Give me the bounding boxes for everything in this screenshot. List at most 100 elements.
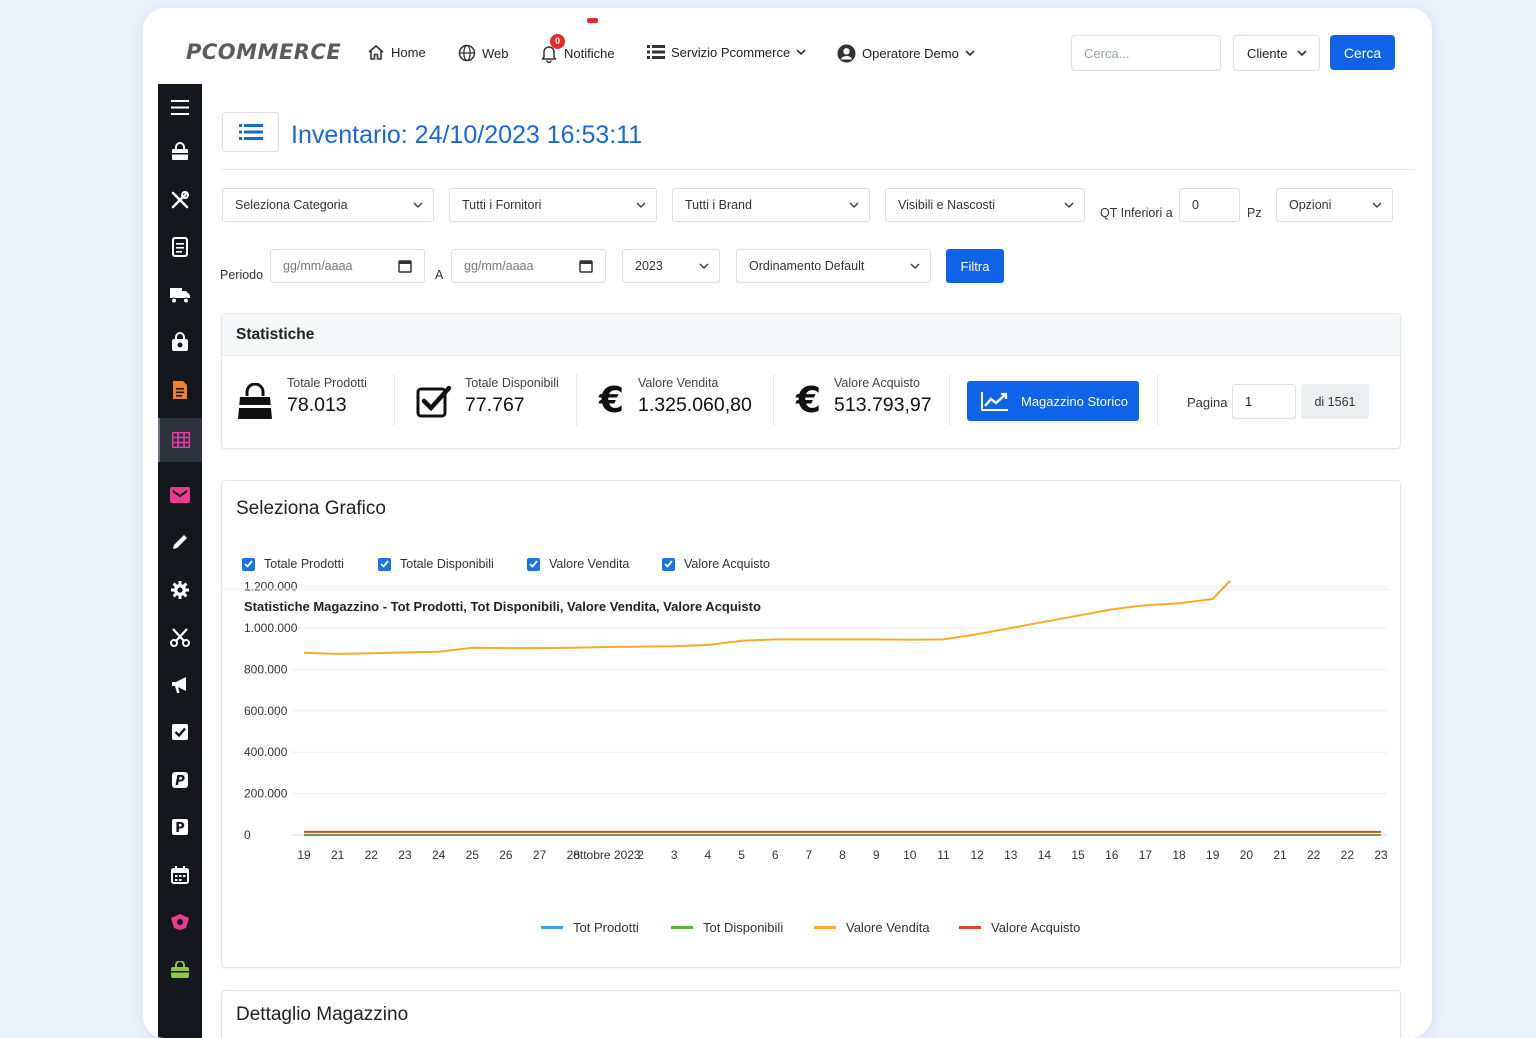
year-select[interactable]: 2023 — [622, 249, 720, 283]
nav-service-dropdown[interactable]: Servizio Pcommerce — [647, 44, 806, 60]
scissors-icon[interactable] — [158, 617, 202, 657]
main-content: Inventario: 24/10/2023 16:53:11 Selezion… — [202, 84, 1432, 1038]
document-icon[interactable] — [158, 227, 202, 267]
qt-input[interactable]: 0 — [1179, 188, 1240, 222]
supplier-select[interactable]: Tutti i Fornitori — [449, 188, 657, 222]
options-select[interactable]: Opzioni — [1276, 188, 1393, 222]
brand-select-value: Tutti i Brand — [685, 198, 752, 212]
legend-item-tot-disponibili[interactable]: Tot Disponibili — [671, 920, 783, 935]
x-tick-label: 23 — [398, 848, 412, 862]
x-tick-label: 19 — [297, 848, 311, 862]
legend-item-tot-prodotti[interactable]: Tot Prodotti — [541, 920, 639, 935]
x-tick-label: 8 — [839, 848, 846, 862]
nav-notifications-label: Notifiche — [564, 46, 615, 61]
stat-total-products: Totale Prodotti 78.013 — [287, 376, 367, 417]
year-select-value: 2023 — [635, 259, 663, 273]
nav-notifications[interactable]: 0 Notifiche — [540, 34, 615, 63]
basket-icon[interactable] — [158, 322, 202, 362]
grid-icon[interactable] — [158, 418, 202, 462]
divider — [394, 374, 395, 426]
p-alt-icon[interactable]: P — [158, 760, 202, 800]
supplier-select-value: Tutti i Fornitori — [462, 198, 542, 212]
parking-icon[interactable]: P — [158, 807, 202, 847]
y-tick-label: 1.000.000 — [244, 621, 298, 635]
date-to-input[interactable]: gg/mm/aaaa — [451, 249, 606, 283]
x-tick-label: 23 — [1374, 848, 1388, 862]
check-square-icon — [416, 385, 452, 418]
calendar-icon — [579, 260, 593, 273]
sort-select[interactable]: Ordinamento Default — [736, 249, 931, 283]
checkbox-sale-value[interactable]: Valore Vendita — [527, 557, 629, 571]
nav-home-label: Home — [391, 45, 426, 60]
chevron-down-icon — [849, 201, 859, 208]
nav-home[interactable]: Home — [367, 44, 426, 61]
search-input[interactable] — [1071, 35, 1221, 71]
user-circle-icon — [837, 44, 856, 63]
pencil-icon[interactable] — [158, 522, 202, 562]
chevron-down-icon — [910, 262, 920, 269]
x-tick-label: 26 — [499, 848, 513, 862]
x-tick-label: 21 — [331, 848, 345, 862]
filter-button[interactable]: Filtra — [946, 249, 1004, 283]
to-label: A — [435, 268, 444, 282]
date-to-placeholder: gg/mm/aaaa — [464, 259, 534, 273]
checkbox-total-available[interactable]: Totale Disponibili — [378, 557, 494, 571]
calendar-icon[interactable] — [158, 855, 202, 895]
search-scope-select[interactable]: Cliente — [1233, 35, 1320, 71]
page-total: di 1561 — [1301, 384, 1369, 419]
y-tick-label: 600.000 — [244, 704, 288, 718]
page-number-input[interactable]: 1 — [1232, 384, 1296, 419]
brand-select[interactable]: Tutti i Brand — [672, 188, 870, 222]
qt-label: QT Inferiori a — [1100, 206, 1173, 220]
series-line-valore-vendita[interactable] — [303, 581, 1381, 655]
mail-icon[interactable] — [158, 475, 202, 515]
stats-card: Statistiche Totale Prodotti 78.013 Total… — [221, 313, 1401, 449]
gear-icon[interactable] — [158, 570, 202, 610]
legend-item-valore-acquisto[interactable]: Valore Acquisto — [959, 920, 1080, 935]
checkbox-checked-icon — [527, 557, 540, 571]
bag-icon[interactable] — [158, 132, 202, 172]
date-from-placeholder: gg/mm/aaaa — [283, 259, 353, 273]
tag-icon[interactable] — [158, 902, 202, 942]
home-icon — [368, 45, 384, 60]
y-tick-label: 0 — [244, 828, 251, 842]
x-tick-label: 15 — [1071, 848, 1085, 862]
stat-purchase-value-label: Valore Acquisto — [834, 376, 920, 390]
legend-label: Valore Acquisto — [991, 920, 1081, 935]
chart-section-title: Seleziona Grafico — [236, 498, 386, 519]
nav-operator-dropdown[interactable]: Operatore Demo — [837, 44, 975, 63]
stat-sale-value-label: Valore Vendita — [638, 376, 719, 390]
legend-item-valore-vendita[interactable]: Valore Vendita — [814, 920, 930, 935]
divider — [773, 374, 774, 426]
x-tick-label: 9 — [873, 848, 880, 862]
date-from-input[interactable]: gg/mm/aaaa — [270, 249, 425, 283]
tools-icon[interactable] — [158, 180, 202, 220]
nav-web[interactable]: Web — [458, 44, 509, 62]
list-toggle-button[interactable] — [222, 112, 279, 152]
checkbox-purchase-value[interactable]: Valore Acquisto — [662, 557, 770, 571]
brand-logo[interactable]: PCOMMERCE — [186, 40, 341, 64]
search-button[interactable]: Cerca — [1330, 35, 1395, 70]
stat-total-available: Totale Disponibili 77.767 — [465, 376, 559, 417]
truck-icon[interactable] — [158, 275, 202, 315]
notification-count-badge: 0 — [550, 34, 565, 49]
stat-total-products-value: 78.013 — [287, 394, 347, 416]
category-select-value: Seleziona Categoria — [235, 198, 348, 212]
x-tick-label: 22 — [1341, 848, 1355, 862]
visibility-select[interactable]: Visibili e Nascosti — [885, 188, 1085, 222]
checkbox-total-products[interactable]: Totale Prodotti — [242, 557, 344, 571]
checkbox-label: Totale Prodotti — [264, 557, 344, 571]
menu-icon[interactable] — [158, 87, 202, 127]
chevron-down-icon — [796, 48, 806, 55]
x-tick-label: 11 — [937, 848, 950, 862]
cart-icon[interactable] — [158, 950, 202, 990]
category-select[interactable]: Seleziona Categoria — [222, 188, 434, 222]
invoice-icon[interactable] — [158, 370, 202, 410]
page-label: Pagina — [1187, 395, 1228, 410]
legend-swatch — [671, 926, 693, 929]
warehouse-history-button[interactable]: Magazzino Storico — [967, 381, 1139, 421]
megaphone-icon[interactable] — [158, 665, 202, 705]
x-tick-label: 20 — [1240, 848, 1254, 862]
legend-swatch — [814, 926, 836, 929]
checkbox-icon[interactable] — [158, 712, 202, 752]
